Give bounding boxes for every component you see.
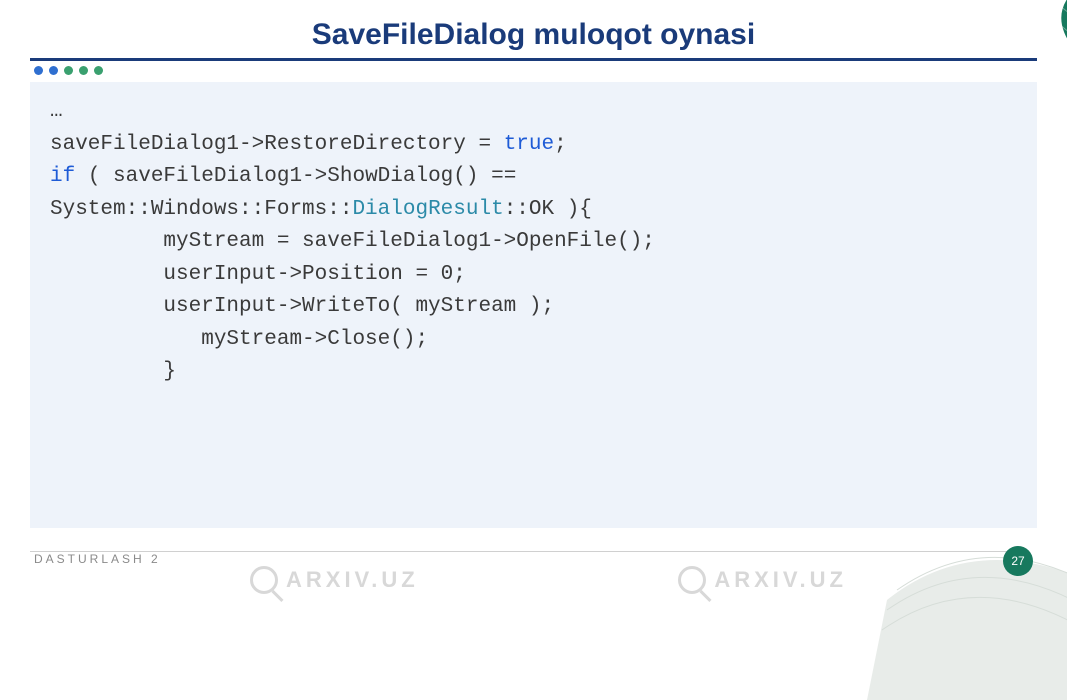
dot-icon (64, 66, 73, 75)
dot-icon (79, 66, 88, 75)
dot-icon (94, 66, 103, 75)
watermark: ARXIV.UZ (678, 566, 847, 594)
code-line: userInput->WriteTo( myStream ); (50, 291, 1017, 324)
footer-text: DASTURLASH 2 (34, 552, 161, 566)
code-line: if ( saveFileDialog1->ShowDialog() == (50, 161, 1017, 194)
dot-icon (34, 66, 43, 75)
code-line: userInput->Position = 0; (50, 259, 1017, 292)
accent-dots (34, 66, 103, 75)
page-number-badge: 27 (1003, 546, 1033, 576)
code-line: } (50, 356, 1017, 389)
dot-icon (49, 66, 58, 75)
footer-divider (30, 551, 1007, 552)
title-underline (30, 58, 1037, 61)
slide-title: SaveFileDialog muloqot oynasi (0, 18, 1067, 52)
code-line: myStream->Close(); (50, 324, 1017, 357)
code-line: myStream = saveFileDialog1->OpenFile(); (50, 226, 1017, 259)
code-line: System::Windows::Forms::DialogResult::OK… (50, 194, 1017, 227)
code-line: … (50, 96, 1017, 129)
code-block: … saveFileDialog1->RestoreDirectory = tr… (30, 82, 1037, 528)
watermark: ARXIV.UZ (250, 566, 419, 594)
code-line: saveFileDialog1->RestoreDirectory = true… (50, 129, 1017, 162)
